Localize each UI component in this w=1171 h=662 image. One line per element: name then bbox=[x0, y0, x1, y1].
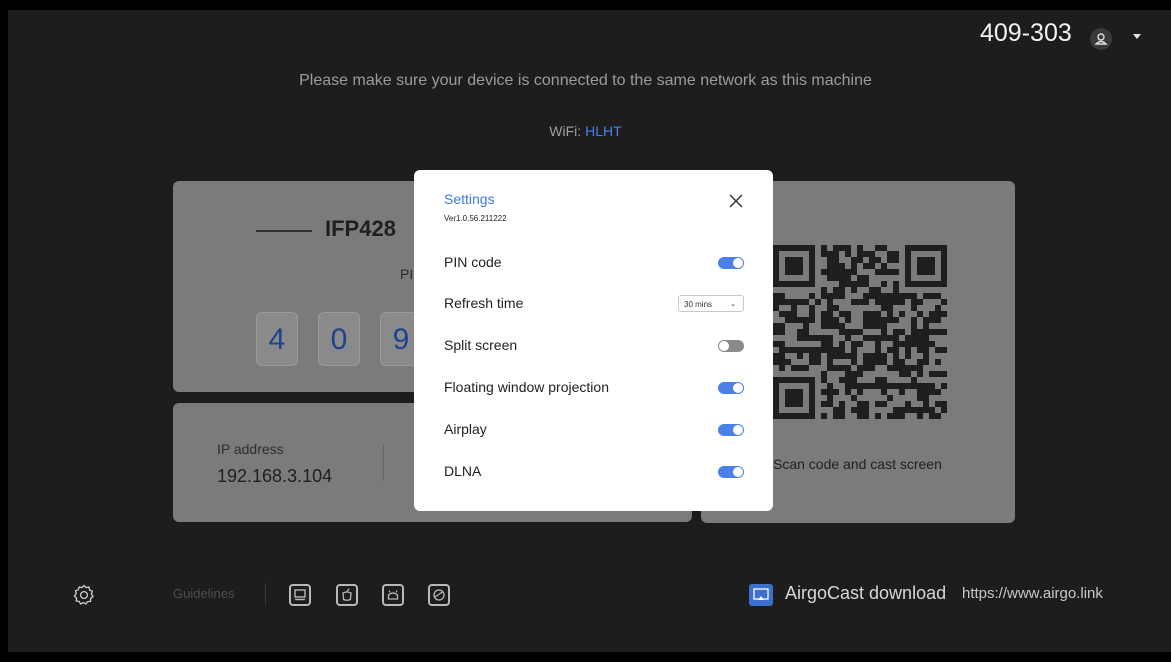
pin-label: PI bbox=[400, 266, 414, 282]
user-icon[interactable] bbox=[1090, 28, 1112, 50]
setting-row-refresh-time: Refresh time 30 mins ⌄ bbox=[444, 292, 744, 316]
setting-row-pin-code: PIN code bbox=[444, 251, 744, 275]
gear-icon[interactable] bbox=[72, 583, 96, 607]
room-id: 409-303 bbox=[980, 19, 1072, 47]
qr-code bbox=[773, 245, 949, 423]
toggle-knob bbox=[733, 425, 743, 435]
dialog-title: Settings bbox=[444, 191, 495, 207]
wifi-label: WiFi: bbox=[549, 123, 582, 139]
airgocast-logo-icon bbox=[749, 584, 773, 606]
setting-row-split-screen: Split screen bbox=[444, 334, 744, 358]
setting-row-dlna: DLNA bbox=[444, 460, 744, 484]
ip-address-label: IP address bbox=[217, 441, 284, 457]
dlna-toggle[interactable] bbox=[718, 466, 744, 478]
download-url[interactable]: https://www.airgo.link bbox=[962, 585, 1103, 602]
device-name: IFP428 bbox=[325, 216, 396, 241]
close-icon[interactable] bbox=[725, 190, 747, 212]
apple-icon[interactable] bbox=[336, 584, 358, 606]
setting-label: Airplay bbox=[444, 421, 487, 437]
pin-code-toggle[interactable] bbox=[718, 257, 744, 269]
version-label: Ver1.0.56.211222 bbox=[444, 214, 507, 223]
setting-label: Split screen bbox=[444, 337, 518, 353]
refresh-time-select[interactable]: 30 mins ⌄ bbox=[678, 295, 744, 312]
title-dash bbox=[256, 230, 312, 232]
toggle-knob bbox=[733, 383, 743, 393]
wifi-name: HLHT bbox=[585, 123, 622, 139]
toggle-knob bbox=[733, 467, 743, 477]
ip-address-value: 192.168.3.104 bbox=[217, 466, 333, 486]
divider bbox=[265, 583, 266, 605]
floating-window-toggle[interactable] bbox=[718, 382, 744, 394]
toggle-knob bbox=[719, 341, 729, 351]
setting-label: Floating window projection bbox=[444, 379, 609, 395]
settings-dialog: Settings Ver1.0.56.211222 PIN code Refre… bbox=[414, 170, 773, 511]
toggle-knob bbox=[733, 258, 743, 268]
split-screen-toggle[interactable] bbox=[718, 340, 744, 352]
select-value: 30 mins bbox=[684, 300, 713, 309]
setting-label: PIN code bbox=[444, 254, 502, 270]
airplay-toggle[interactable] bbox=[718, 424, 744, 436]
pin-digit: 0 bbox=[318, 312, 360, 366]
setting-row-airplay: Airplay bbox=[444, 418, 744, 442]
airgocast-download-link[interactable]: AirgoCast download bbox=[785, 583, 946, 604]
chevron-down-icon: ⌄ bbox=[730, 301, 736, 308]
setting-label: DLNA bbox=[444, 463, 482, 479]
setting-row-floating-window: Floating window projection bbox=[444, 376, 744, 400]
chrome-icon[interactable] bbox=[428, 584, 450, 606]
qr-caption: Scan code and cast screen bbox=[773, 456, 942, 472]
pin-digit: 4 bbox=[256, 312, 298, 366]
chevron-down-icon[interactable] bbox=[1133, 34, 1141, 39]
wifi-info: WiFi: HLHT bbox=[0, 123, 1171, 139]
windows-icon[interactable] bbox=[289, 584, 311, 606]
divider bbox=[383, 445, 384, 481]
android-icon[interactable] bbox=[382, 584, 404, 606]
guidelines-label: Guidelines bbox=[173, 586, 235, 601]
network-notice: Please make sure your device is connecte… bbox=[299, 72, 872, 89]
setting-label: Refresh time bbox=[444, 295, 524, 311]
